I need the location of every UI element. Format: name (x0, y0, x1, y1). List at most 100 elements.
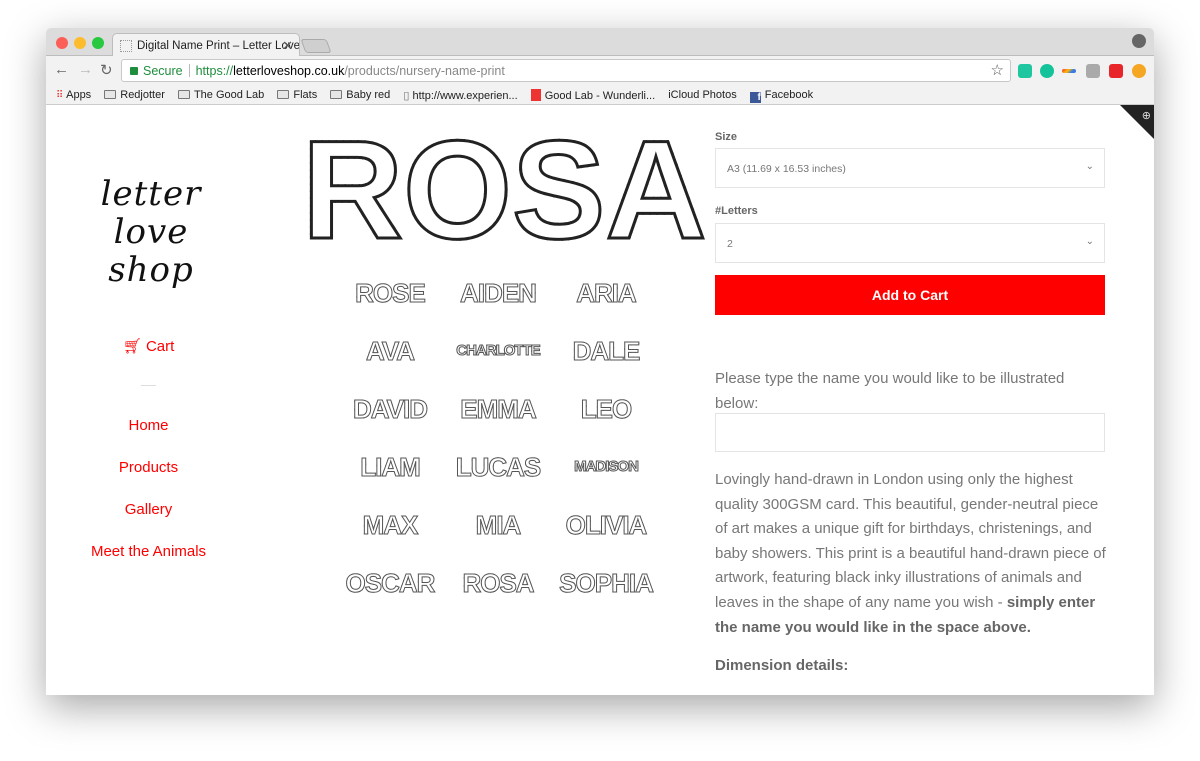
new-tab-button[interactable] (300, 39, 332, 53)
bookmark-link[interactable]: f Facebook (749, 86, 814, 103)
account-icon[interactable] (1132, 34, 1146, 48)
grammarly-icon[interactable] (1040, 64, 1054, 78)
cart-icon: 🛒︎ (122, 338, 142, 355)
facebook-icon: f (749, 92, 761, 103)
letters-value: 2 (727, 238, 733, 250)
name-input[interactable] (715, 413, 1105, 452)
reload-icon[interactable]: ↻ (100, 61, 113, 79)
chevron-down-icon: ⌄ (1085, 161, 1094, 172)
bookmark-label: Good Lab - Wunderli... (544, 90, 656, 102)
example-name: MIA (444, 507, 552, 543)
example-name: LUCAS (444, 449, 552, 485)
upload-icon[interactable] (1132, 64, 1146, 78)
url-path: /products/nursery-name-print (344, 64, 505, 78)
nav-gallery[interactable]: Gallery (66, 501, 231, 518)
bookmark-link[interactable]: ▯ http://www.experien... (403, 86, 517, 102)
example-name: MAX (336, 507, 444, 543)
letters-label: #Letters (715, 205, 758, 217)
nav-meet-the-animals[interactable]: Meet the Animals (66, 543, 231, 560)
nav-products[interactable]: Products (66, 459, 231, 476)
bookmark-label: Apps (66, 89, 92, 101)
bookmark-label: Facebook (764, 89, 814, 101)
bookmark-label: Redjotter (120, 89, 165, 101)
wunderlist-icon (530, 89, 541, 101)
example-name: OSCAR (336, 565, 444, 601)
toolbar: ← → ↻ Secure https://letterloveshop.co.uk… (46, 56, 1154, 86)
bookmark-apps[interactable]: ⠿ Apps (56, 86, 91, 101)
apps-grid-icon: ⠿ (56, 90, 67, 101)
bookmark-label: iCloud Photos (668, 89, 737, 101)
corner-badge[interactable]: ⊕ (1120, 105, 1154, 139)
back-icon[interactable]: ← (54, 61, 69, 78)
cart-link[interactable]: 🛒︎ Cart (66, 337, 231, 355)
example-name: ARIA (552, 275, 660, 311)
example-name: DALE (552, 333, 660, 369)
extension-icon[interactable] (1109, 64, 1123, 78)
example-name: AVA (336, 333, 444, 369)
folder-icon (330, 90, 343, 99)
size-value: A3 (11.69 x 16.53 inches) (727, 163, 846, 175)
size-label: Size (715, 131, 738, 143)
address-bar[interactable]: Secure https://letterloveshop.co.uk/produ… (121, 59, 1011, 82)
bookmark-folder[interactable]: The Good Lab (177, 86, 265, 101)
close-tab-icon[interactable]: ✕ (282, 38, 293, 54)
example-name: LIAM (336, 449, 444, 485)
forward-icon[interactable]: → (78, 61, 93, 78)
size-select[interactable]: A3 (11.69 x 16.53 inches) ⌄ (715, 148, 1105, 188)
letters-select[interactable]: 2 ⌄ (715, 223, 1105, 263)
maximize-window-button[interactable] (92, 37, 104, 49)
bookmark-star-icon[interactable]: ☆ (991, 61, 1004, 79)
tab-active[interactable]: Digital Name Print – Letter Love Shop ✕ (112, 33, 300, 57)
name-prompt: Please type the name you would like to b… (715, 370, 1065, 412)
extension-icon[interactable] (1062, 69, 1076, 73)
example-name: LEO (552, 391, 660, 427)
dimension-heading: Dimension details: (715, 657, 849, 674)
hero-letter: A (604, 111, 708, 268)
tab-bar: Digital Name Print – Letter Love Shop ✕ (46, 28, 1154, 57)
plus-icon: ⊕ (1141, 110, 1151, 122)
shop-logo[interactable]: letter love shop (66, 175, 236, 289)
folder-icon (277, 90, 290, 99)
hero-letter: S (511, 111, 607, 268)
example-names-grid: ROSE AIDEN ARIA AVA CHARLOTTE DALE DAVID EMMA LE… (336, 275, 666, 601)
folder-icon (104, 90, 117, 99)
example-name: ROSA (444, 565, 552, 601)
bookmark-label: The Good Lab (193, 89, 265, 101)
example-name: AIDEN (444, 275, 552, 311)
example-name: CHARLOTTE (444, 333, 552, 369)
nav-home[interactable]: Home (66, 417, 231, 434)
bookmark-link[interactable]: iCloud Photos (668, 86, 737, 101)
lock-icon (130, 67, 138, 75)
product-hero-image[interactable]: R O S A (300, 111, 708, 268)
minimize-window-button[interactable] (74, 37, 86, 49)
product-description: Lovingly hand-drawn in London using only… (715, 468, 1110, 640)
chevron-down-icon: ⌄ (1085, 236, 1094, 247)
close-window-button[interactable] (56, 37, 68, 49)
url-scheme: https:// (195, 64, 234, 78)
example-name: OLIVIA (552, 507, 660, 543)
folder-icon (177, 90, 190, 99)
bookmark-link[interactable]: Good Lab - Wunderli... (530, 86, 656, 102)
cart-label: Cart (145, 338, 175, 355)
hero-letter: O (402, 111, 514, 268)
example-name: DAVID (336, 391, 444, 427)
secure-label: Secure (143, 64, 183, 78)
add-to-cart-button[interactable]: Add to Cart (715, 275, 1105, 315)
bookmark-folder[interactable]: Redjotter (104, 86, 165, 101)
bookmark-label: Flats (293, 89, 318, 101)
tab-title: Digital Name Print – Letter Love Shop (137, 40, 300, 52)
favicon-icon (120, 40, 132, 52)
divider (141, 385, 156, 386)
browser-window: Digital Name Print – Letter Love Shop ✕ … (46, 28, 1154, 695)
bookmark-folder[interactable]: Flats (277, 86, 317, 101)
bookmarks-bar: ⠿ Apps Redjotter The Good Lab Flats Baby… (46, 86, 1154, 105)
bookmark-label: http://www.experien... (412, 90, 518, 102)
example-name: SOPHIA (552, 565, 660, 601)
example-name: EMMA (444, 391, 552, 427)
page-content: ⊕ letter love shop 🛒︎ Cart Home Products… (46, 105, 1154, 695)
bookmark-folder[interactable]: Baby red (330, 86, 390, 101)
description-text: Lovingly hand-drawn in London using only… (715, 471, 1106, 611)
camera-icon[interactable] (1086, 64, 1100, 78)
extension-icon[interactable] (1018, 64, 1032, 78)
bookmark-label: Baby red (346, 89, 391, 101)
